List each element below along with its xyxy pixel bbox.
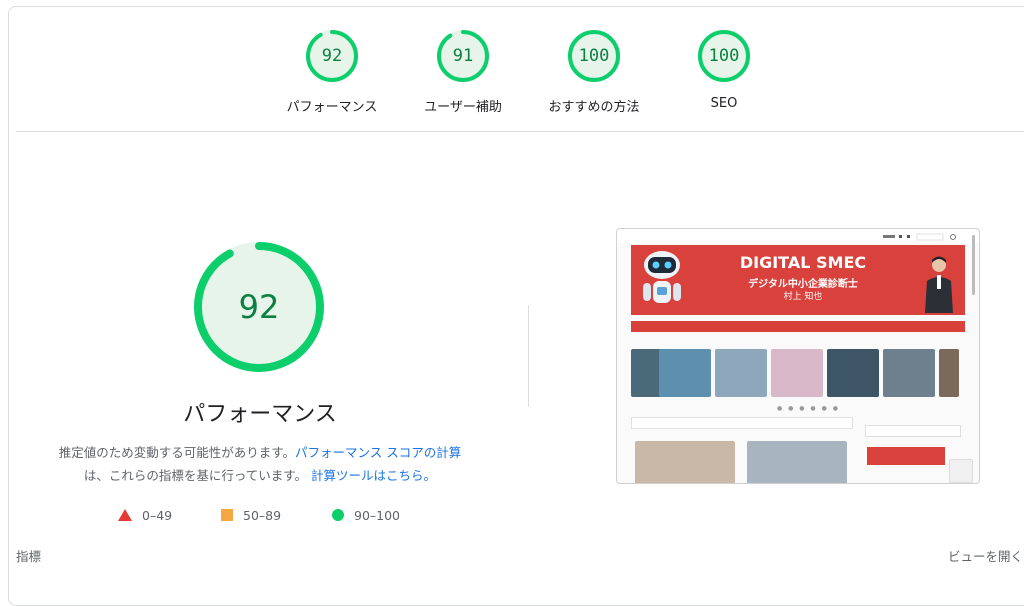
triangle-icon [118,509,132,521]
desc-text-1: 推定値のため変動する可能性があります。 [58,445,296,460]
score-ring: 100 [696,28,752,84]
thumb-5 [827,349,879,397]
legend-pass-label: 90–100 [354,507,401,523]
thumb-4 [771,349,823,397]
carousel-dots: ● ● ● ● ● ● [777,405,840,412]
performance-score: 92 [238,288,280,326]
legend-fail-label: 0–49 [142,507,173,523]
square-icon [221,509,233,521]
robot-illustration [643,251,681,303]
presenter-illustration [925,256,953,313]
score-value: 91 [452,46,474,66]
gauge-seo[interactable]: 100 SEO [654,28,794,111]
score-ring: 92 [304,28,360,84]
gauge-performance[interactable]: 92 パフォーマンス [262,28,402,115]
banner-name: 村上 知也 [783,292,823,302]
score-ring: 91 [435,28,491,84]
site-scrollbar [972,235,975,295]
legend-average: 50–89 [221,505,281,525]
performance-title: パフォーマンス [183,402,337,427]
article-thumbnails [631,349,971,397]
page-screenshot[interactable]: DIGITAL SMEC デジタル中小企業診断士 村上 知也 ● ● ● ● ●… [616,228,980,484]
site-banner: DIGITAL SMEC デジタル中小企業診断士 村上 知也 [631,245,965,315]
score-ring: 100 [566,28,622,84]
category-label: SEO [710,96,738,111]
score-description: 推定値のため変動する可能性があります。パフォーマンス スコアの計算 は、これらの… [30,441,490,487]
banner-title: DIGITAL SMEC [739,253,867,272]
category-scores: 92 パフォーマンス 91 ユーザー補助 100 おすすめの方法 100 SEO [0,0,1024,130]
banner-subtitle: デジタル中小企業診断士 [748,279,858,290]
legend-pass: 90–100 [332,505,400,525]
metrics-heading: 指標 [16,549,42,564]
score-calc-link[interactable]: パフォーマンス スコアの計算 [295,445,461,460]
recaptcha-badge [949,459,973,483]
sidebar-banner [867,447,945,465]
thumb-7 [939,349,959,397]
gauge-best-practices[interactable]: 100 おすすめの方法 [524,28,664,115]
calculator-link[interactable]: 計算ツールはこちら。 [311,468,436,483]
performance-gauge: 92 [192,240,326,374]
tab-box [631,417,853,429]
score-value: 100 [578,46,610,66]
section-divider [16,131,1024,132]
score-value: 92 [321,46,343,66]
site-topbar [617,229,979,243]
thumb-2 [659,349,711,397]
legend-fail: 0–49 [118,505,172,525]
circle-icon [332,509,344,521]
score-value: 100 [708,46,740,66]
category-label: おすすめの方法 [548,100,640,115]
category-label: パフォーマンス [286,100,378,115]
desc-text-2: は、これらの指標を基に行っています。 [83,468,308,483]
legend-average-label: 50–89 [243,507,282,523]
thumb-3 [715,349,767,397]
article-card-1 [635,441,735,483]
thumb-6 [883,349,935,397]
site-search-box [865,425,961,437]
gauge-accessibility[interactable]: 91 ユーザー補助 [393,28,533,115]
site-nav [631,321,965,332]
expand-view-link[interactable]: ビューを開く [948,546,1023,565]
article-card-2 [747,441,847,483]
vertical-divider [528,305,529,407]
category-label: ユーザー補助 [424,100,502,115]
